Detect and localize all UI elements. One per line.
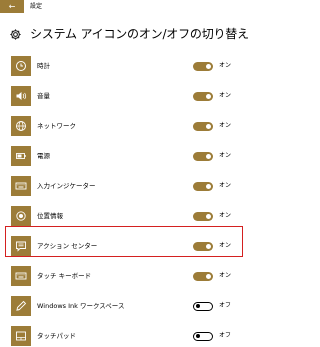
item-label: タッチ キーボード [37, 272, 92, 280]
toggle-switch[interactable] [193, 92, 213, 101]
item-label: 入力インジケーター [37, 182, 96, 190]
toggle-switch[interactable] [193, 122, 213, 131]
toggle-switch[interactable] [193, 182, 213, 191]
list-item-touch-keyboard: タッチ キーボード オン [0, 265, 253, 287]
location-icon [11, 206, 31, 226]
list-item-volume: 音量 オン [0, 85, 253, 107]
touchpad-icon [11, 326, 31, 346]
toggle-state: オフ [219, 332, 232, 339]
toggle-state: オン [219, 152, 232, 159]
toggle-state: オン [219, 122, 232, 129]
back-button[interactable]: ← [0, 0, 24, 13]
app-title: 設定 [30, 3, 43, 10]
clock-icon [11, 56, 31, 76]
toggle-switch[interactable] [193, 332, 213, 341]
toggle-state: オン [219, 272, 232, 279]
toggle-state: オン [219, 182, 232, 189]
list-item-network: ネットワーク オン [0, 115, 253, 137]
item-label: 音量 [37, 92, 50, 100]
title-bar: ← 設定 [0, 0, 253, 14]
list-item-location: 位置情報 オン [0, 205, 253, 227]
item-label: タッチパッド [37, 332, 76, 340]
toggle-switch[interactable] [193, 302, 213, 311]
toggle-switch[interactable] [193, 272, 213, 281]
toggle-state: オン [219, 92, 232, 99]
toggle-state: オン [219, 62, 232, 69]
page-title: システム アイコンのオン/オフの切り替え [30, 27, 249, 41]
volume-icon [11, 86, 31, 106]
item-label: Windows Ink ワークスペース [37, 302, 125, 310]
toggle-switch[interactable] [193, 212, 213, 221]
highlight-box [5, 226, 243, 257]
list-item-windows-ink: Windows Ink ワークスペース オフ [0, 295, 253, 317]
item-label: 電源 [37, 152, 50, 160]
keyboard-icon [11, 176, 31, 196]
toggle-switch[interactable] [193, 152, 213, 161]
list-item-clock: 時計 オン [0, 55, 253, 77]
page-header: システム アイコンのオン/オフの切り替え [9, 25, 249, 43]
battery-icon [11, 146, 31, 166]
toggle-state: オン [219, 212, 232, 219]
item-label: ネットワーク [37, 122, 76, 130]
list-item-touchpad: タッチパッド オフ [0, 325, 253, 347]
touch-keyboard-icon [11, 266, 31, 286]
toggle-switch[interactable] [193, 62, 213, 71]
list-item-input-indicator: 入力インジケーター オン [0, 175, 253, 197]
toggle-state: オフ [219, 302, 232, 309]
item-label: 位置情報 [37, 212, 63, 220]
network-icon [11, 116, 31, 136]
list-item-power: 電源 オン [0, 145, 253, 167]
item-label: 時計 [37, 62, 50, 70]
pen-icon [11, 296, 31, 316]
gear-icon [10, 28, 21, 40]
